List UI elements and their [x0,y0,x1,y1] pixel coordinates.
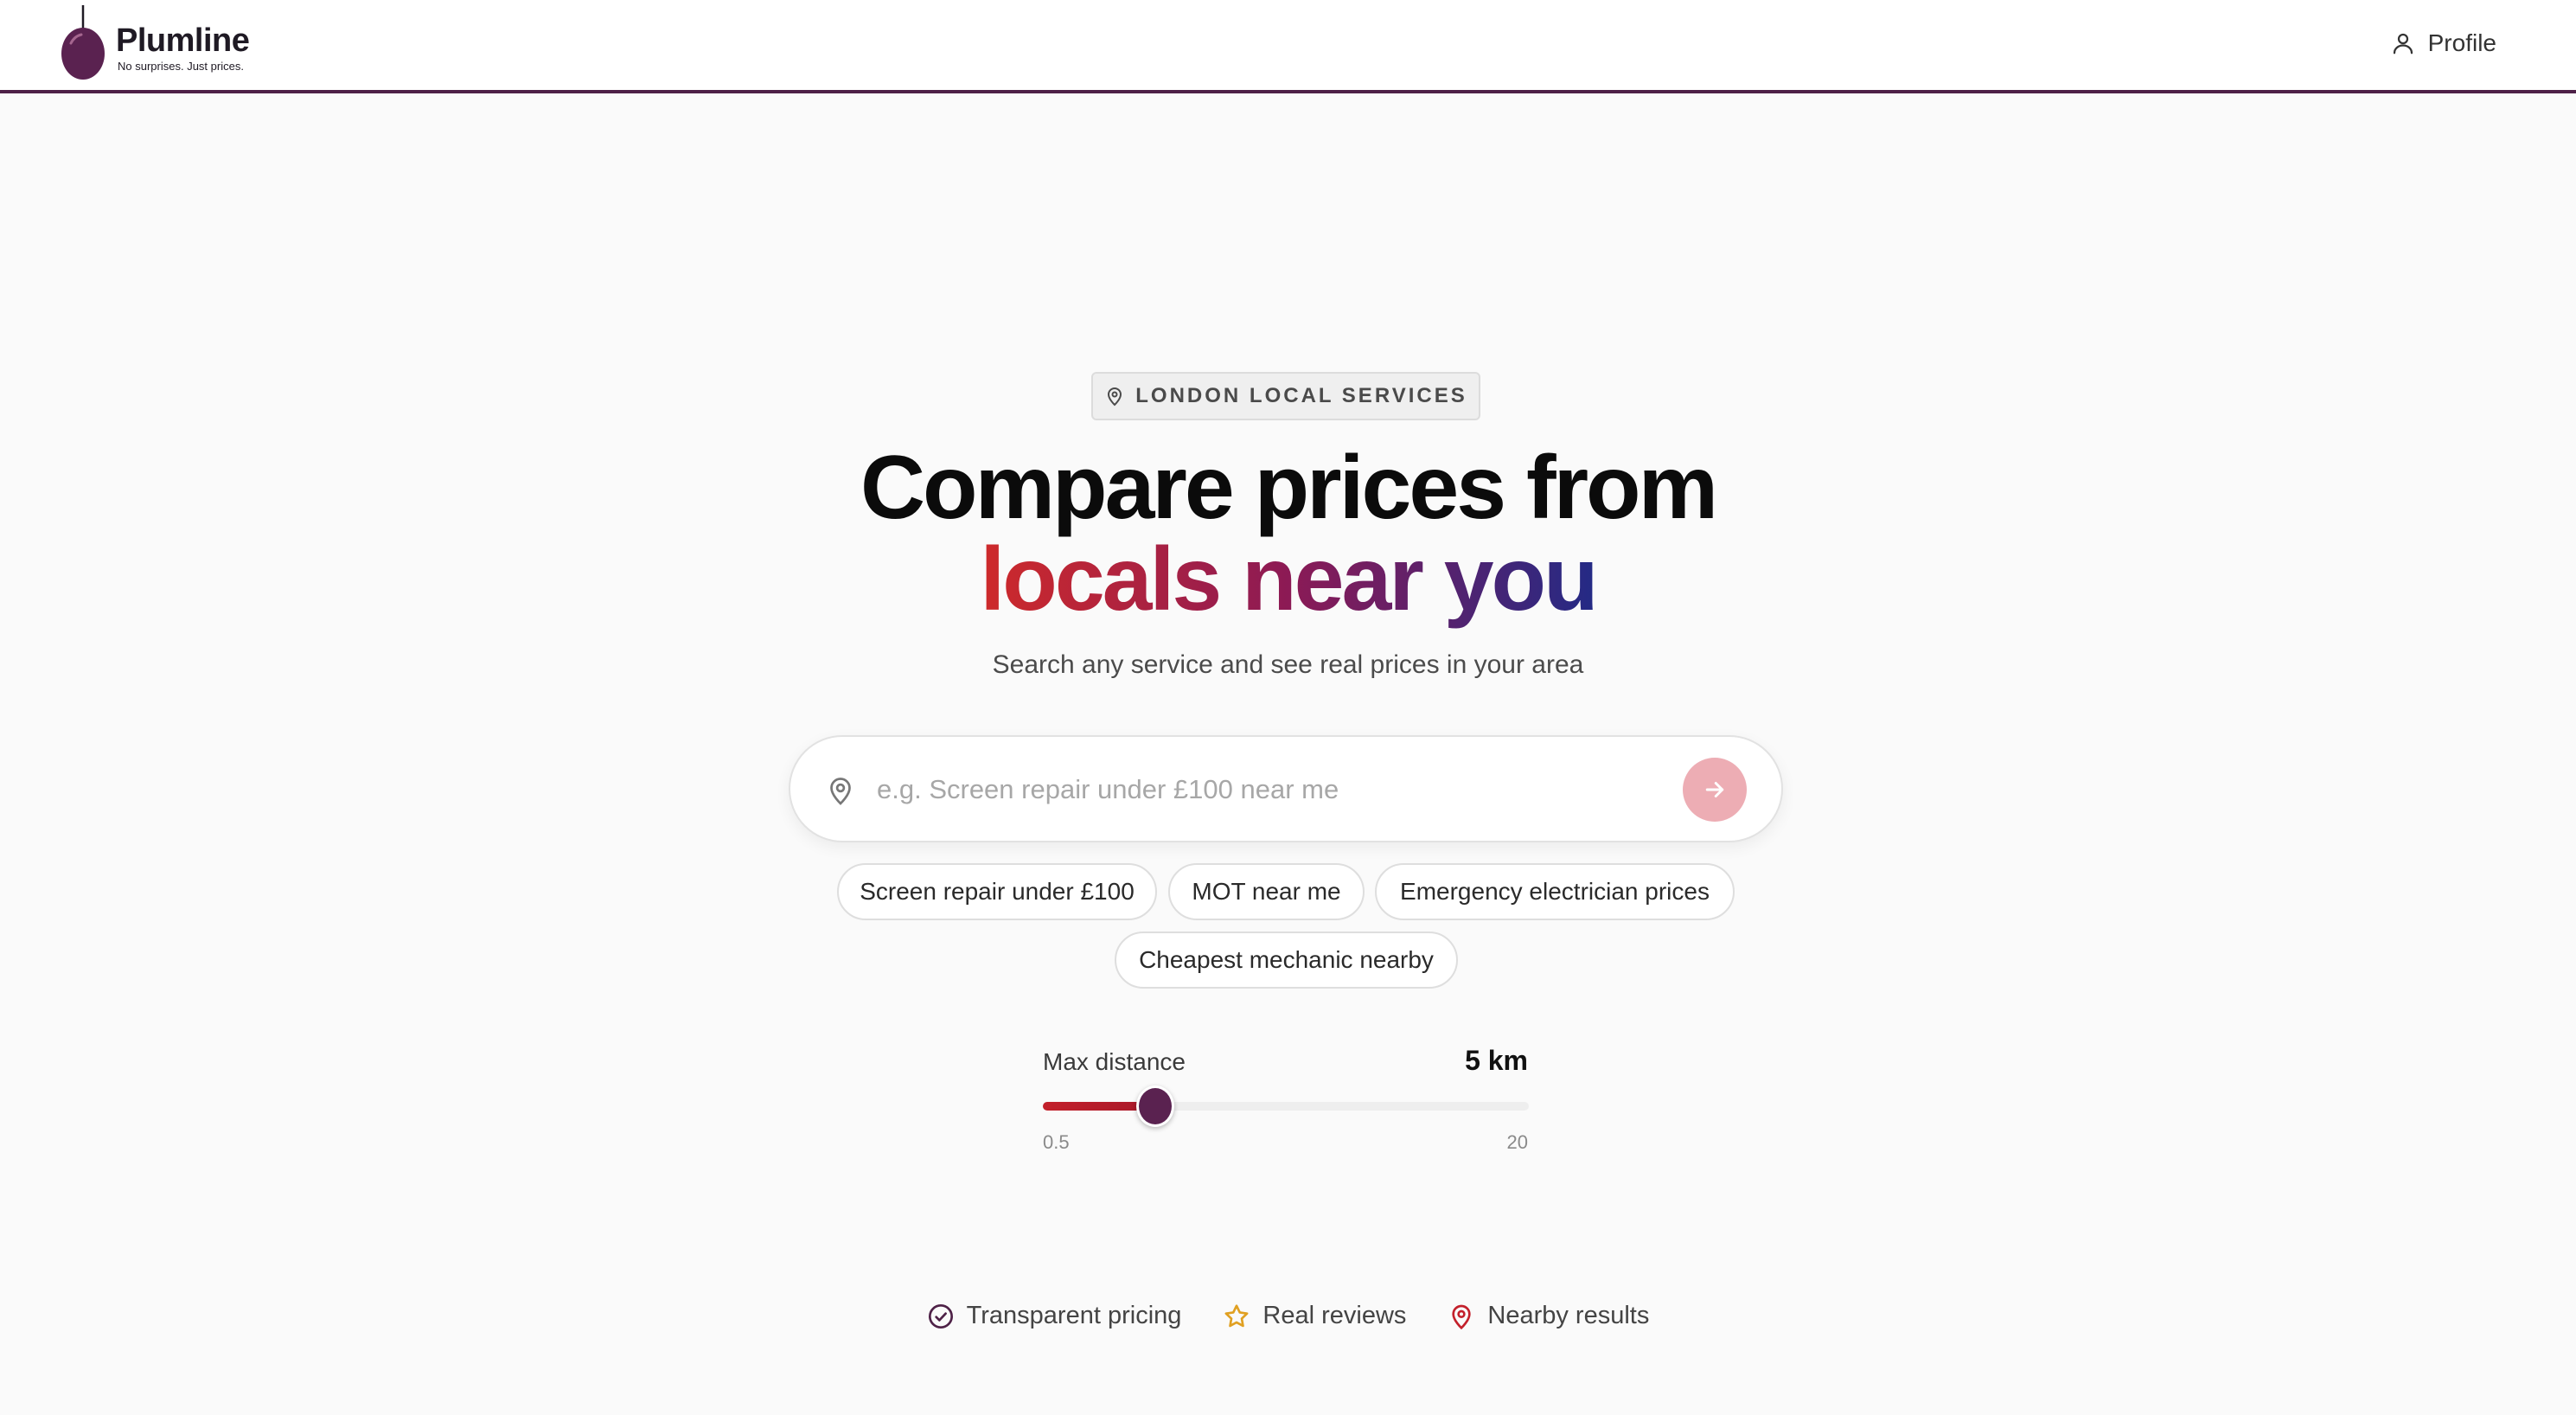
feature-label: Transparent pricing [966,1302,1182,1329]
location-pin-icon [830,778,851,805]
brand-logo[interactable]: Plumline No surprises. Just prices. [57,5,282,83]
feature-label: Real reviews [1262,1302,1407,1329]
brand-name: Plumline [116,22,250,59]
distance-max-label: 20 [1506,1131,1528,1153]
feature-real-reviews: Real reviews [1223,1302,1406,1330]
user-icon [2393,33,2413,54]
distance-value: 5 km [1465,1045,1528,1076]
check-circle-icon [928,1303,953,1329]
map-pin-icon [1452,1304,1472,1329]
star-icon [1224,1303,1249,1327]
feature-nearby-results: Nearby results [1448,1302,1649,1330]
feature-list: Transparent pricing Real reviews Nearby … [0,1302,2576,1330]
badge-label: LONDON LOCAL SERVICES [1135,384,1467,407]
plum-logo-icon [61,5,105,80]
distance-slider-thumb[interactable] [1135,1085,1174,1127]
suggestion-chip[interactable]: MOT near me [1168,863,1365,920]
search-submit-button[interactable] [1683,758,1747,822]
location-badge: LONDON LOCAL SERVICES [1091,372,1480,420]
hero-section: LONDON LOCAL SERVICES Compare prices fro… [0,97,2576,1415]
suggestion-chip[interactable]: Emergency electrician prices [1375,863,1735,920]
page-subtitle: Search any service and see real prices i… [992,650,1584,679]
top-navigation-bar: Plumline No surprises. Just prices. Prof… [0,0,2576,93]
page-title-line-1: Compare prices from [860,438,1718,538]
feature-transparent-pricing: Transparent pricing [927,1302,1182,1330]
brand-tagline: No surprises. Just prices. [118,60,244,73]
distance-min-label: 0.5 [1043,1131,1070,1153]
arrow-right-icon [1705,782,1724,797]
page-title-line-2: locals near you [0,535,2576,624]
distance-slider[interactable] [1043,1085,1529,1127]
map-pin-icon [1108,387,1122,407]
search-input[interactable] [877,763,1603,816]
profile-label: Profile [2427,29,2496,56]
page-title-highlight: locals near you [976,529,1599,640]
search-bar [789,735,1783,842]
feature-label: Nearby results [1487,1302,1650,1329]
distance-label: Max distance [1043,1048,1186,1075]
suggestion-chip[interactable]: Screen repair under £100 [837,863,1157,920]
suggestion-chip[interactable]: Cheapest mechanic nearby [1115,932,1458,989]
profile-link[interactable]: Profile [2390,26,2496,61]
